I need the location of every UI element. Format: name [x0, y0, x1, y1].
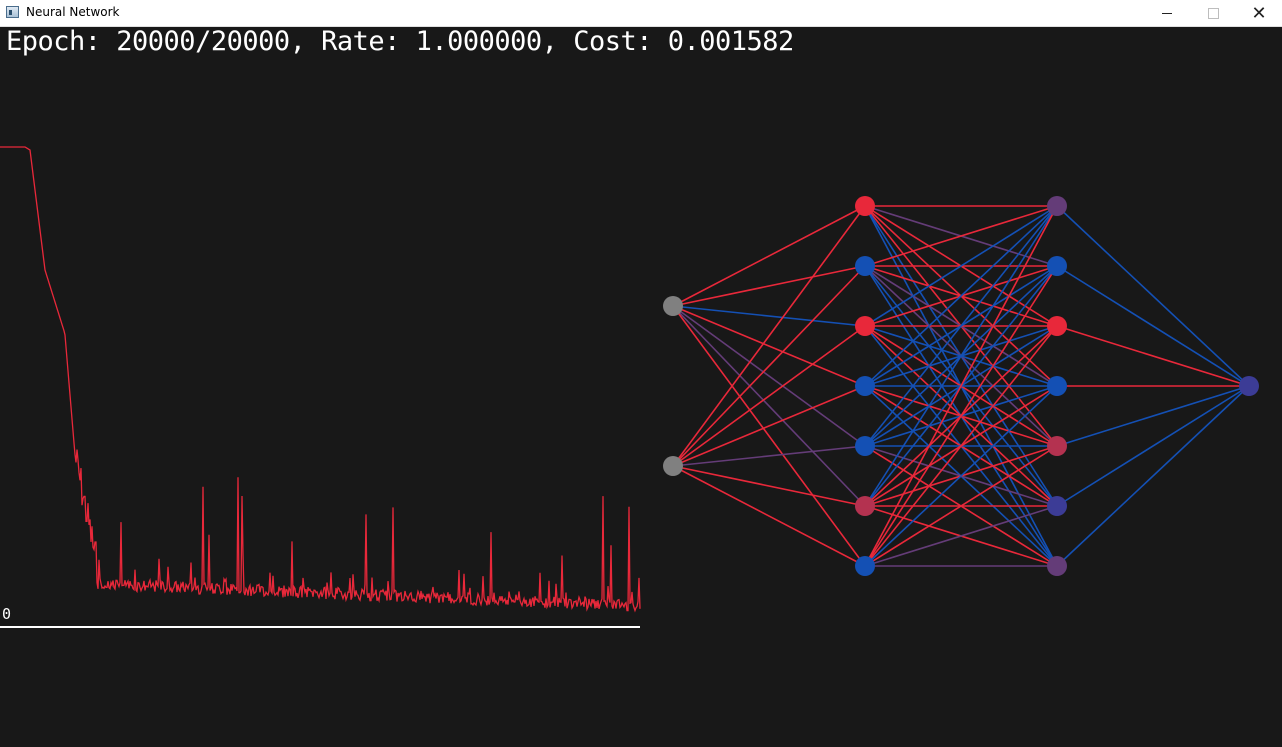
minimize-button[interactable]	[1144, 0, 1190, 26]
neuron-node	[855, 316, 875, 336]
app-icon	[6, 6, 19, 18]
close-button[interactable]: ✕	[1236, 0, 1282, 26]
neuron-node	[1239, 376, 1259, 396]
neuron-node	[663, 456, 683, 476]
neuron-node	[855, 196, 875, 216]
weight-edge	[672, 305, 866, 447]
neuron-node	[855, 436, 875, 456]
neuron-node	[855, 496, 875, 516]
neuron-node	[1047, 496, 1067, 516]
neuron-node	[1047, 196, 1067, 216]
neuron-node	[855, 256, 875, 276]
weight-edge	[672, 305, 866, 327]
network-diagram	[663, 196, 1259, 576]
weight-edge	[1056, 385, 1250, 447]
weight-edge	[672, 265, 866, 307]
weight-edge	[672, 205, 866, 307]
neuron-node	[663, 296, 683, 316]
neuron-node	[855, 556, 875, 576]
training-status: Epoch: 20000/20000, Rate: 1.000000, Cost…	[6, 26, 794, 57]
close-icon: ✕	[1251, 2, 1267, 24]
cost-curve	[0, 146, 641, 613]
neuron-node	[1047, 256, 1067, 276]
title-bar: Neural Network ✕	[0, 0, 1282, 27]
weight-edge	[1056, 385, 1250, 507]
neuron-node	[1047, 316, 1067, 336]
weight-edge	[1056, 265, 1250, 387]
neuron-node	[1047, 376, 1067, 396]
neuron-node	[1047, 436, 1067, 456]
weight-edge	[672, 465, 866, 567]
weight-edge	[672, 445, 866, 467]
plot-zero-label: 0	[2, 605, 12, 623]
weight-edge	[1056, 205, 1250, 387]
maximize-button[interactable]	[1190, 0, 1236, 26]
neuron-node	[1047, 556, 1067, 576]
weight-edge	[672, 465, 866, 507]
neuron-node	[855, 376, 875, 396]
minimize-icon	[1162, 12, 1172, 14]
cost-line	[0, 146, 641, 613]
weight-edge	[1056, 325, 1250, 387]
weight-edge	[1056, 385, 1250, 567]
weight-edge	[672, 325, 866, 467]
network-edges	[672, 205, 1250, 567]
cost-plot	[0, 146, 641, 628]
maximize-icon	[1207, 7, 1219, 19]
window-title: Neural Network	[26, 5, 120, 19]
